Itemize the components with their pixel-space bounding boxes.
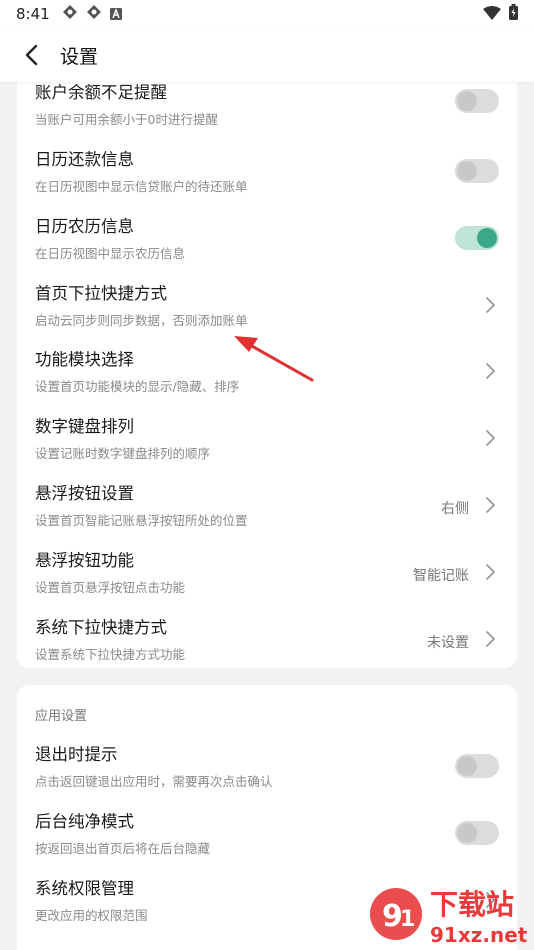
watermark-domain: 91xz.net xyxy=(430,923,528,947)
row-title: 首页下拉快捷方式 xyxy=(35,284,167,303)
row-subtitle: 设置记账时数字键盘排列的顺序 xyxy=(35,446,211,461)
app-bar: 设置 xyxy=(0,28,534,82)
row-title: 退出时提示 xyxy=(35,745,118,764)
settings-row-background-clean[interactable]: 后台纯净模式 按返回退出首页后将在后台隐藏 xyxy=(17,796,517,862)
status-time: 8:41 xyxy=(16,5,50,23)
row-value: 右侧 xyxy=(441,501,469,517)
chevron-right-icon xyxy=(486,631,495,647)
watermark-brand: 下载站 xyxy=(430,888,514,921)
row-value: 未设置 xyxy=(427,635,469,651)
row-subtitle: 设置首页智能记账悬浮按钮所处的位置 xyxy=(35,513,248,528)
font-notification-icon xyxy=(109,5,122,24)
chevron-right-icon xyxy=(486,297,495,313)
chevron-right-icon xyxy=(486,430,495,446)
settings-row-calendar-repayment[interactable]: 日历还款信息 在日历视图中显示信贷账户的待还账单 xyxy=(17,134,517,200)
row-value: 智能记账 xyxy=(413,568,469,584)
calendar-repayment-toggle[interactable] xyxy=(455,159,499,183)
chevron-right-icon xyxy=(486,564,495,580)
row-subtitle: 按返回退出首页后将在后台隐藏 xyxy=(35,841,211,856)
row-subtitle: 设置首页功能模块的显示/隐藏、排序 xyxy=(35,379,240,394)
section-label: 应用设置 xyxy=(35,709,88,724)
chevron-right-icon xyxy=(486,497,495,513)
row-title: 日历还款信息 xyxy=(35,150,134,169)
row-title: 日历农历信息 xyxy=(35,217,134,236)
row-subtitle: 点击返回键退出应用时，需要再次点击确认 xyxy=(35,774,273,789)
status-bar: 8:41 xyxy=(0,0,534,28)
row-subtitle: 在日历视图中显示信贷账户的待还账单 xyxy=(35,179,248,194)
settings-row-module-select[interactable]: 功能模块选择 设置首页功能模块的显示/隐藏、排序 xyxy=(17,334,517,400)
row-subtitle: 设置首页悬浮按钮点击功能 xyxy=(35,580,186,595)
app-notification-icon xyxy=(86,4,102,24)
app-notification-icon xyxy=(62,4,78,24)
row-subtitle: 启动云同步则同步数据，否则添加账单 xyxy=(35,313,248,328)
settings-row-float-button-position[interactable]: 悬浮按钮设置 设置首页智能记账悬浮按钮所处的位置 右侧 xyxy=(17,468,517,534)
settings-row-exit-prompt[interactable]: 退出时提示 点击返回键退出应用时，需要再次点击确认 xyxy=(17,729,517,795)
settings-row-float-button-function[interactable]: 悬浮按钮功能 设置首页悬浮按钮点击功能 智能记账 xyxy=(17,535,517,601)
row-title: 系统权限管理 xyxy=(35,879,134,898)
settings-row-pulldown-shortcut[interactable]: 首页下拉快捷方式 启动云同步则同步数据，否则添加账单 xyxy=(17,268,517,334)
row-title: 账户余额不足提醒 xyxy=(35,83,167,102)
svg-text:1: 1 xyxy=(400,907,415,932)
chevron-right-icon xyxy=(486,363,495,379)
row-subtitle: 设置系统下拉快捷方式功能 xyxy=(35,647,186,662)
row-title: 后台纯净模式 xyxy=(35,812,134,831)
settings-card-main: 账户余额不足提醒 当账户可用余额小于0时进行提醒 日历还款信息 在日历视图中显示… xyxy=(17,62,517,668)
settings-row-system-shortcut[interactable]: 系统下拉快捷方式 设置系统下拉快捷方式功能 未设置 xyxy=(17,602,517,668)
balance-alert-toggle[interactable] xyxy=(455,89,499,113)
row-title: 系统下拉快捷方式 xyxy=(35,618,167,637)
row-title: 功能模块选择 xyxy=(35,350,134,369)
row-subtitle: 更改应用的权限范围 xyxy=(35,908,148,923)
lunar-calendar-toggle[interactable] xyxy=(455,226,499,250)
exit-prompt-toggle[interactable] xyxy=(455,754,499,778)
row-title: 数字键盘排列 xyxy=(35,417,134,436)
battery-icon xyxy=(509,4,518,24)
wifi-icon xyxy=(483,5,501,24)
watermark-logo: 9 1 下载站 91xz.net xyxy=(360,880,534,950)
settings-row-lunar-calendar[interactable]: 日历农历信息 在日历视图中显示农历信息 xyxy=(17,201,517,267)
chevron-left-icon xyxy=(25,44,38,66)
page-title: 设置 xyxy=(60,45,99,68)
row-subtitle: 当账户可用余额小于0时进行提醒 xyxy=(35,112,218,127)
settings-row-keypad-order[interactable]: 数字键盘排列 设置记账时数字键盘排列的顺序 xyxy=(17,401,517,467)
row-title: 悬浮按钮功能 xyxy=(35,551,134,570)
background-clean-toggle[interactable] xyxy=(455,821,499,845)
back-button[interactable] xyxy=(16,40,46,70)
row-title: 悬浮按钮设置 xyxy=(35,484,134,503)
row-subtitle: 在日历视图中显示农历信息 xyxy=(35,246,186,261)
